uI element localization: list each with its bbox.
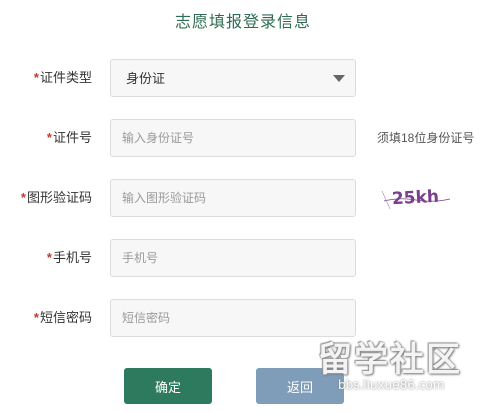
- sms-code-label: *短信密码: [0, 299, 92, 337]
- captcha-label-text: 图形验证码: [26, 190, 92, 205]
- phone-row: *手机号: [0, 239, 486, 277]
- confirm-button[interactable]: 确定: [124, 368, 212, 404]
- watermark-url: bbs.liuxue86.com: [338, 378, 445, 392]
- id-number-label-text: 证件号: [52, 130, 92, 145]
- sms-code-input[interactable]: [110, 299, 356, 337]
- required-mark: *: [33, 310, 39, 325]
- id-number-input[interactable]: [110, 119, 356, 157]
- id-number-label: *证件号: [0, 119, 92, 157]
- required-mark: *: [33, 70, 39, 85]
- id-type-row: *证件类型 身份证: [0, 59, 486, 97]
- id-number-hint: 须填18位身份证号: [377, 131, 475, 145]
- captcha-input[interactable]: [110, 179, 356, 217]
- captcha-text: 25kh: [391, 187, 439, 209]
- chevron-down-icon: [333, 75, 345, 82]
- required-mark: *: [46, 250, 52, 265]
- phone-label: *手机号: [0, 239, 92, 277]
- id-number-row: *证件号 须填18位身份证号: [0, 119, 486, 157]
- required-mark: *: [46, 130, 52, 145]
- phone-input[interactable]: [110, 239, 356, 277]
- page-title: 志愿填报登录信息: [174, 14, 311, 31]
- id-type-label-text: 证件类型: [39, 70, 92, 85]
- captcha-label: *图形验证码: [0, 179, 92, 217]
- captcha-row: *图形验证码 25kh: [0, 179, 486, 217]
- id-type-select[interactable]: 身份证: [110, 59, 356, 97]
- captcha-image[interactable]: 25kh: [380, 179, 452, 217]
- back-button[interactable]: 返回: [256, 368, 344, 404]
- phone-label-text: 手机号: [52, 250, 92, 265]
- id-type-label: *证件类型: [0, 59, 92, 97]
- sms-code-row: *短信密码: [0, 299, 486, 337]
- id-type-selected-value: 身份证: [126, 71, 166, 86]
- sms-code-label-text: 短信密码: [39, 310, 92, 325]
- required-mark: *: [20, 190, 26, 205]
